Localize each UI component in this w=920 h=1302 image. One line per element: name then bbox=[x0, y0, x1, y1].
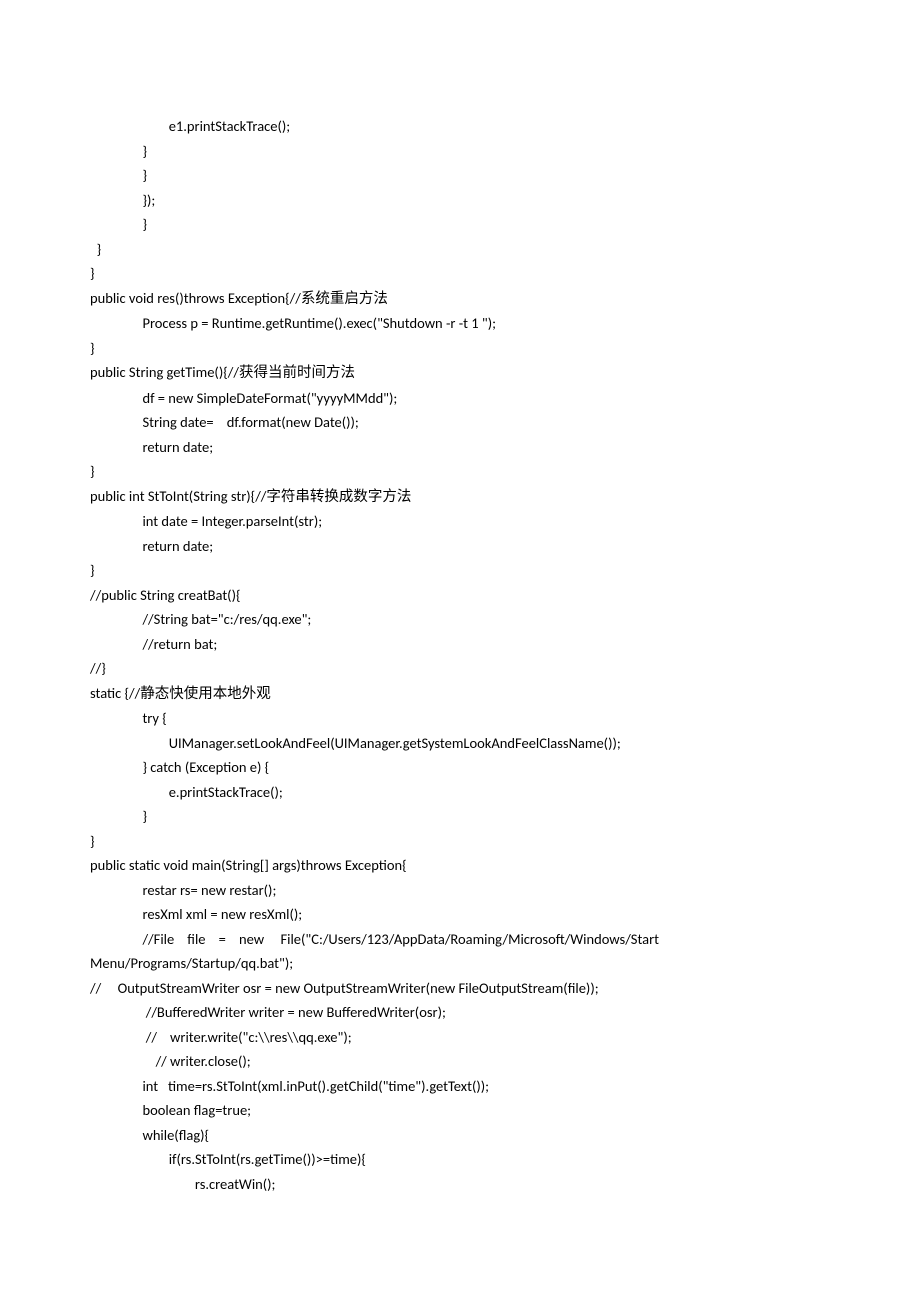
code-line: } bbox=[90, 139, 830, 164]
code-line: df = new SimpleDateFormat("yyyyMMdd"); bbox=[90, 386, 830, 411]
cjk-text: 获得当前时间方法 bbox=[239, 365, 355, 381]
code-line: public static void main(String[] args)th… bbox=[90, 853, 830, 878]
code-line: UIManager.setLookAndFeel(UIManager.getSy… bbox=[90, 731, 830, 756]
code-line: public String getTime(){//获得当前时间方法 bbox=[90, 360, 830, 386]
code-line: } bbox=[90, 212, 830, 237]
document-page: e1.printStackTrace(); } } }); } }}public… bbox=[0, 0, 920, 1302]
code-line: //return bat; bbox=[90, 632, 830, 657]
code-line: rs.creatWin(); bbox=[90, 1172, 830, 1197]
code-line: //} bbox=[90, 656, 830, 681]
code-line: } bbox=[90, 163, 830, 188]
code-line: } catch (Exception e) { bbox=[90, 755, 830, 780]
code-line: }); bbox=[90, 188, 830, 213]
code-line: resXml xml = new resXml(); bbox=[90, 902, 830, 927]
code-line: } bbox=[90, 804, 830, 829]
code-line: Process p = Runtime.getRuntime().exec("S… bbox=[90, 311, 830, 336]
code-line: } bbox=[90, 261, 830, 286]
code-line: boolean flag=true; bbox=[90, 1098, 830, 1123]
code-line: //public String creatBat(){ bbox=[90, 583, 830, 608]
code-line: if(rs.StToInt(rs.getTime())>=time){ bbox=[90, 1147, 830, 1172]
code-line: String date= df.format(new Date()); bbox=[90, 410, 830, 435]
code-line: } bbox=[90, 459, 830, 484]
code-line: //BufferedWriter writer = new BufferedWr… bbox=[90, 1000, 830, 1025]
code-line: } bbox=[90, 237, 830, 262]
code-line: static {//静态快使用本地外观 bbox=[90, 681, 830, 707]
code-line: } bbox=[90, 829, 830, 854]
code-line: } bbox=[90, 558, 830, 583]
code-line: int date = Integer.parseInt(str); bbox=[90, 509, 830, 534]
code-line: e.printStackTrace(); bbox=[90, 780, 830, 805]
code-line: // writer.close(); bbox=[90, 1049, 830, 1074]
code-line: restar rs= new restar(); bbox=[90, 878, 830, 903]
code-line: //String bat="c:/res/qq.exe"; bbox=[90, 607, 830, 632]
cjk-text: 静态快使用本地外观 bbox=[140, 686, 271, 702]
code-line: // OutputStreamWriter osr = new OutputSt… bbox=[90, 976, 830, 1001]
cjk-text: 字符串转换成数字方法 bbox=[266, 489, 411, 505]
code-line: //File file = new File("C:/Users/123/App… bbox=[90, 927, 830, 976]
code-line: public int StToInt(String str){//字符串转换成数… bbox=[90, 484, 830, 510]
code-line: // writer.write("c:\\res\\qq.exe"); bbox=[90, 1025, 830, 1050]
code-block: e1.printStackTrace(); } } }); } }}public… bbox=[90, 114, 830, 1196]
code-line: e1.printStackTrace(); bbox=[90, 114, 830, 139]
cjk-text: 系统重启方法 bbox=[301, 291, 388, 307]
code-line: int time=rs.StToInt(xml.inPut().getChild… bbox=[90, 1074, 830, 1099]
code-line: } bbox=[90, 336, 830, 361]
code-line: return date; bbox=[90, 534, 830, 559]
code-line: return date; bbox=[90, 435, 830, 460]
code-line: public void res()throws Exception{//系统重启… bbox=[90, 286, 830, 312]
code-line: while(flag){ bbox=[90, 1123, 830, 1148]
code-line: try { bbox=[90, 706, 830, 731]
